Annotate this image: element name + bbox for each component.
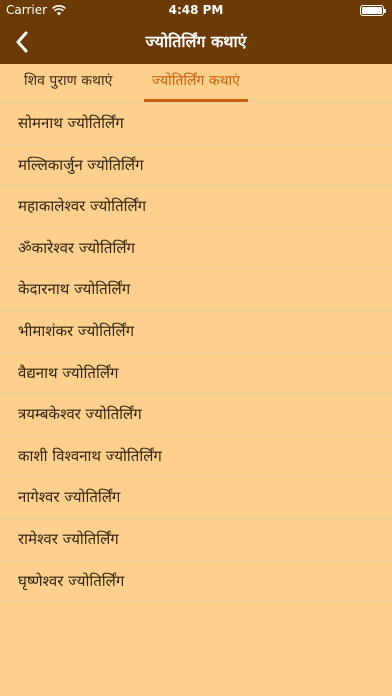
list-item-vaidyanath[interactable]: वैद्यनाथ ज्योतिर्लिंग xyxy=(0,351,392,394)
list-item-mahakaleshwar[interactable]: महाकालेश्वर ज्योतिर्लिंग xyxy=(0,185,392,227)
list-item-bhimashankar[interactable]: भीमाशंकर ज्योतिर्लिंग xyxy=(0,309,392,352)
tab-shiv-puran-kathaen[interactable]: शिव पुराण कथाएं xyxy=(24,64,112,102)
list-item-somnath[interactable]: सोमनाथ ज्योतिर्लिंग xyxy=(0,102,392,144)
battery-icon xyxy=(360,5,386,16)
list-item-rameshwar[interactable]: रामेश्वर ज्योतिर्लिंग xyxy=(0,517,392,560)
app-header: Carrier 4:48 PM ज्योतिर्लिंग कथाएं xyxy=(0,0,392,64)
page-title: ज्योतिर्लिंग कथाएं xyxy=(145,32,247,51)
status-time: 4:48 PM xyxy=(168,3,224,17)
list-item-grishneshwar[interactable]: घृष्णेश्वर ज्योतिर्लिंग xyxy=(0,559,392,602)
tab-jyotirling-kathaen[interactable]: ज्योतिर्लिंग कथाएं xyxy=(144,64,248,102)
chevron-left-icon xyxy=(16,31,28,53)
list-item-nageshwar[interactable]: नागेश्वर ज्योतिर्लिंग xyxy=(0,476,392,518)
list-item-mallikarjun[interactable]: मल्लिकार्जुन ज्योतिर्लिंग xyxy=(0,143,392,186)
jyotirling-list: सोमनाथ ज्योतिर्लिंग मल्लिकार्जुन ज्योतिर… xyxy=(0,102,392,602)
list-item-omkareshwar[interactable]: ॐकारेश्वर ज्योतिर्लिंग xyxy=(0,226,392,269)
list-item-kedarnath[interactable]: केदारनाथ ज्योतिर्लिंग xyxy=(0,268,392,310)
list-item-trimbakeshwar[interactable]: त्रयम्बकेश्वर ज्योतिर्लिंग xyxy=(0,393,392,435)
navigation-bar: ज्योतिर्लिंग कथाएं xyxy=(0,20,392,64)
list-item-kashi-vishwanath[interactable]: काशी विश्वनाथ ज्योतिर्लिंग xyxy=(0,434,392,477)
status-bar: Carrier 4:48 PM xyxy=(0,0,392,20)
tab-bar: शिव पुराण कथाएं ज्योतिर्लिंग कथाएं xyxy=(0,64,392,102)
back-button[interactable] xyxy=(10,26,34,58)
